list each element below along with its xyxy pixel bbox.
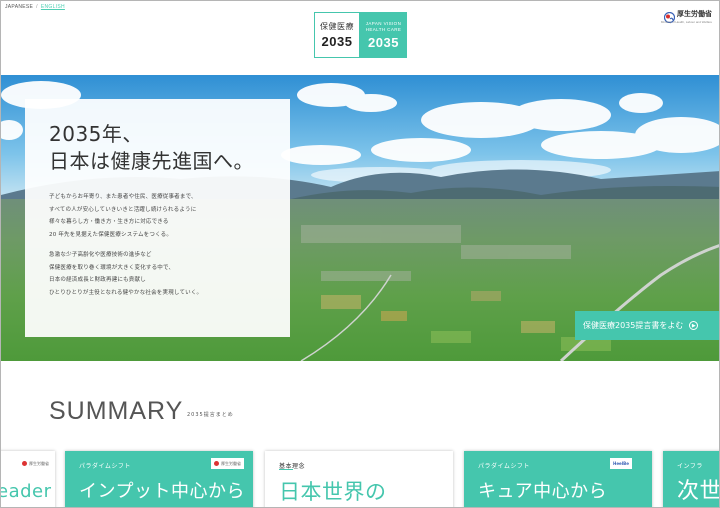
hero-section: 2035年、 日本は健康先進国へ。 子どもからお年寄り、また患者や住民、医療従事… [1,75,719,361]
card-headline: eader [0,481,52,502]
ministry-mark-icon [22,461,27,466]
hero-p1-line: 子どもからお年寄り、また患者や住民、医療従事者まで、 [49,194,197,200]
summary-cards: 厚生労働省 eader パラダイムシフト 厚生労働省 インプット中心から 成果 … [0,451,720,507]
card-headline: 次世 [677,479,720,504]
ministry-mark-icon [214,461,219,466]
hero-p1-line: 20 年先を見据えた保健医療システムをつくる。 [49,231,173,238]
page-frame: JAPANESE / ENGLISH 保健医療 2035 JAPAN VISION … [0,0,720,508]
language-switcher: JAPANESE / ENGLISH [5,4,65,10]
summary-card[interactable]: 基本理念 日本世界の [265,451,453,507]
hero-p1-line: 様々な暮らし方・働き方・生き方に対応できる [49,219,169,225]
card-headline-2: 成果 [79,503,115,507]
summary-card[interactable]: 厚生労働省 eader [0,451,55,507]
hero-p2-line: 急激な少子高齢化や医療技術の進歩など [49,252,152,258]
hero-p2-line: ひとりひとりが主役となれる健やかな社会を実現していく。 [49,289,203,296]
ministry-name-en: Ministry of Health, Labour and Welfare [660,20,712,24]
summary-card[interactable]: パラダイムシフト HeelBe キュア中心から [464,451,652,507]
card-badge-text: 厚生労働省 [29,460,49,466]
card-badge-text: HeelBe [613,461,629,466]
arrow-right-icon: ▶ [689,321,699,330]
card-headline: キュア中心から [478,481,608,502]
card-tag: パラダイムシフト [478,463,530,470]
ministry-mark-icon [663,8,676,24]
card-badge-text: 厚生労働省 [221,460,241,466]
logo-japanese-block: 保健医療 2035 [314,12,360,58]
hero-heading: 2035年、 日本は健康先進国へ。 [49,121,290,175]
hero-p2-line: 日本の経済成長と財政再建にも貢献し [49,277,146,283]
read-proposal-button[interactable]: 保健医療2035提言書をよむ ▶ [575,311,719,340]
card-tag: パラダイムシフト [79,463,131,470]
card-badge: 厚生労働省 [211,458,244,469]
ministry-name: 厚生労働省 [677,9,712,18]
card-tag-underline [279,469,293,470]
ministry-logo[interactable]: 厚生労働省 Ministry of Health, Labour and Wel… [661,8,712,25]
summary-heading: SUMMARY [49,397,184,425]
logo-en-year: 2035 [368,34,399,50]
lang-english-link[interactable]: ENGLISH [41,4,65,10]
summary-card[interactable]: パラダイムシフト 厚生労働省 インプット中心から 成果 [65,451,253,507]
hero-text-panel: 2035年、 日本は健康先進国へ。 子どもからお年寄り、また患者や住民、医療従事… [25,99,290,337]
logo-en-line2: HEALTH CARE [365,26,402,32]
card-headline: 日本世界の [279,480,387,504]
summary-subheading: 2035提言まとめ [187,412,234,418]
hero-heading-line1: 2035年、 [49,122,143,146]
site-logo[interactable]: 保健医療 2035 JAPAN VISION HEALTH CARE 2035 [314,12,407,58]
card-tag: インフラ [677,463,703,470]
hero-paragraph-1: 子どもからお年寄り、また患者や住民、医療従事者まで、 すべての人が安心していきい… [49,191,290,241]
summary-card[interactable]: インフラ 次世 [663,451,720,507]
card-badge: HeelBe [610,458,632,469]
lang-japanese-link[interactable]: JAPANESE [5,4,33,10]
logo-english-block: JAPAN VISION HEALTH CARE 2035 [360,12,407,58]
lang-separator: / [36,4,38,10]
hero-p2-line: 保健医療を取り巻く環境が大きく変化する中で、 [49,264,175,271]
hero-p1-line: すべての人が安心していきいきと活躍し続けられるように [49,206,197,213]
hero-heading-line2: 日本は健康先進国へ。 [49,149,254,173]
logo-year: 2035 [321,34,353,49]
card-badge: 厚生労働省 [19,458,52,469]
read-proposal-label: 保健医療2035提言書をよむ [583,321,684,330]
hero-paragraph-2: 急激な少子高齢化や医療技術の進歩など 保健医療を取り巻く環境が大きく変化する中で… [49,249,290,299]
card-headline: インプット中心から [79,481,245,502]
logo-title: 保健医療 [320,22,354,31]
